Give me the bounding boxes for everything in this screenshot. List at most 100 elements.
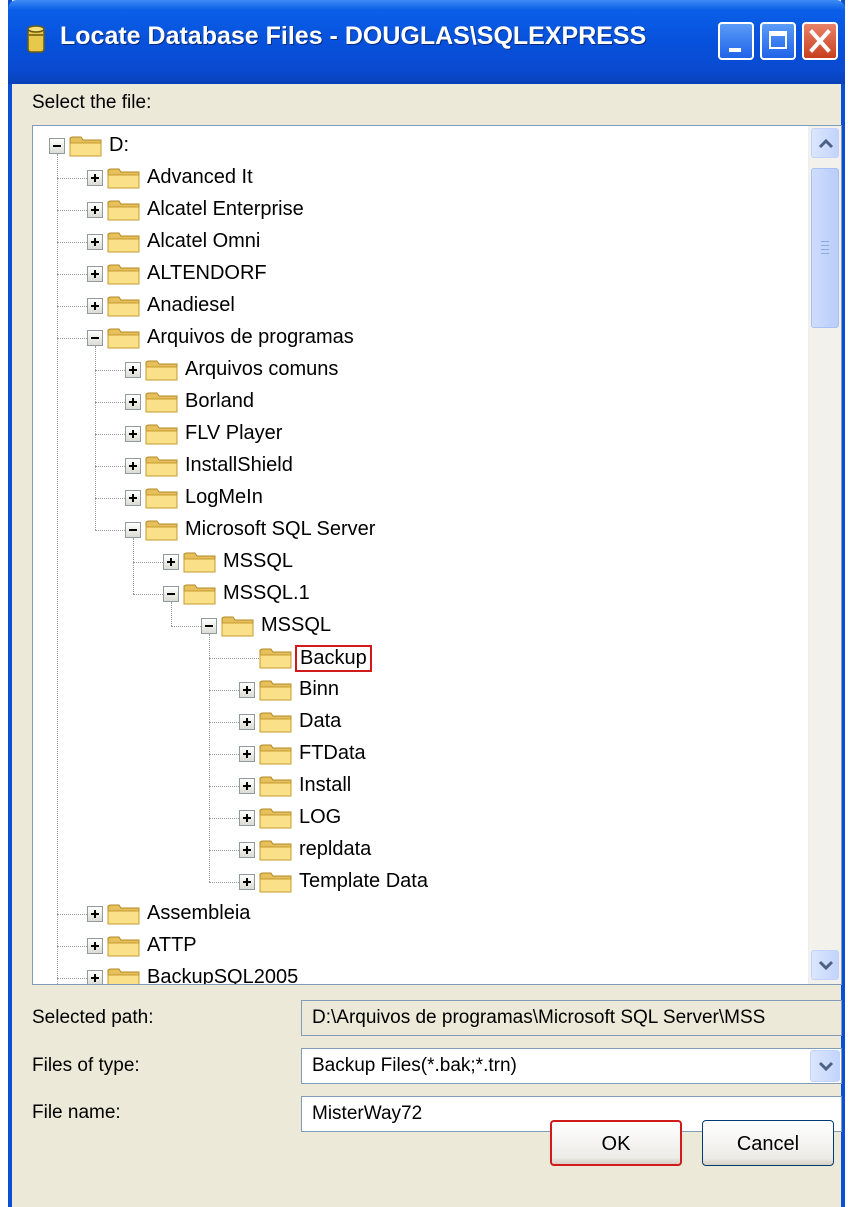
expand-icon[interactable] <box>239 778 255 794</box>
tree-item[interactable]: Advanced It <box>33 162 803 194</box>
selected-path-field: D:\Arquivos de programas\Microsoft SQL S… <box>301 1000 842 1036</box>
expand-icon[interactable] <box>87 202 103 218</box>
expand-icon[interactable] <box>87 938 103 954</box>
tree-item[interactable]: LogMeIn <box>33 482 803 514</box>
folder-tree[interactable]: D: Advanced It Alcatel Enterprise Alcatel O… <box>32 125 842 985</box>
scroll-thumb[interactable] <box>811 168 839 328</box>
scroll-up-button[interactable] <box>811 128 839 158</box>
tree-item[interactable]: Template Data <box>33 866 803 898</box>
tree-item[interactable]: MSSQL.1 <box>33 578 803 610</box>
tree-item[interactable]: Borland <box>33 386 803 418</box>
collapse-icon[interactable] <box>125 522 141 538</box>
files-of-type-value: Backup Files(*.bak;*.trn) <box>312 1055 517 1076</box>
tree-item[interactable]: Install <box>33 770 803 802</box>
tree-item[interactable]: Alcatel Omni <box>33 226 803 258</box>
tree-item[interactable]: FTData <box>33 738 803 770</box>
tree-item[interactable]: Data <box>33 706 803 738</box>
expand-icon[interactable] <box>125 394 141 410</box>
expand-icon[interactable] <box>239 682 255 698</box>
expand-icon[interactable] <box>125 490 141 506</box>
expand-icon[interactable] <box>239 746 255 762</box>
database-icon <box>27 25 45 53</box>
tree-item-label: FTData <box>299 742 366 764</box>
expand-icon[interactable] <box>87 906 103 922</box>
tree-item-label: MSSQL <box>223 550 294 572</box>
expand-icon[interactable] <box>87 970 103 984</box>
tree-item-label: MSSQL.1 <box>223 582 310 604</box>
folder-icon <box>107 966 141 984</box>
tree-item-label: FLV Player <box>185 422 283 444</box>
cancel-button[interactable]: Cancel <box>702 1120 834 1166</box>
collapse-icon[interactable] <box>201 618 217 634</box>
expand-icon[interactable] <box>87 266 103 282</box>
folder-icon <box>221 614 255 638</box>
folder-icon <box>145 454 179 478</box>
expand-icon[interactable] <box>125 362 141 378</box>
minimize-button[interactable] <box>718 22 754 60</box>
tree-item-label: ATTP <box>147 934 197 956</box>
expand-icon[interactable] <box>163 554 179 570</box>
tree-item[interactable]: Arquivos comuns <box>33 354 803 386</box>
tree-item[interactable]: MSSQL <box>33 546 803 578</box>
file-name-label: File name: <box>32 1102 121 1123</box>
maximize-button[interactable] <box>760 22 796 60</box>
tree-item[interactable]: BackupSQL2005 <box>33 962 803 985</box>
tree-item[interactable]: InstallShield <box>33 450 803 482</box>
tree-item[interactable]: Backup <box>33 642 803 674</box>
expand-icon[interactable] <box>239 874 255 890</box>
expand-icon[interactable] <box>87 234 103 250</box>
expand-icon[interactable] <box>125 426 141 442</box>
tree-item[interactable]: LOG <box>33 802 803 834</box>
expand-icon[interactable] <box>239 810 255 826</box>
folder-icon <box>259 742 293 766</box>
title-bar[interactable]: Locate Database Files - DOUGLAS\SQLEXPRE… <box>8 0 845 84</box>
folder-icon <box>145 422 179 446</box>
folder-icon <box>107 166 141 190</box>
tree-item-label: Assembleia <box>147 902 251 924</box>
expand-icon[interactable] <box>125 458 141 474</box>
expand-icon[interactable] <box>239 714 255 730</box>
tree-item-label: Arquivos de programas <box>147 326 354 348</box>
tree-item[interactable]: Arquivos de programas <box>33 322 803 354</box>
files-of-type-select[interactable]: Backup Files(*.bak;*.trn) <box>301 1048 842 1084</box>
tree-item[interactable]: ALTENDORF <box>33 258 803 290</box>
close-button[interactable] <box>802 22 838 60</box>
ok-button[interactable]: OK <box>550 1120 682 1166</box>
folder-icon <box>259 710 293 734</box>
files-of-type-dropdown-button[interactable] <box>810 1050 840 1082</box>
tree-item-label: BackupSQL2005 <box>147 966 299 985</box>
folder-icon <box>69 134 103 158</box>
window-title: Locate Database Files - DOUGLAS\SQLEXPRE… <box>60 22 647 50</box>
tree-item[interactable]: Binn <box>33 674 803 706</box>
tree-item[interactable]: D: <box>33 130 803 162</box>
tree-item-label: D: <box>109 134 129 156</box>
collapse-icon[interactable] <box>49 138 65 154</box>
maximize-icon <box>769 31 787 49</box>
tree-item[interactable]: repldata <box>33 834 803 866</box>
tree-vertical-scrollbar[interactable] <box>808 126 841 984</box>
tree-item[interactable]: MSSQL <box>33 610 803 642</box>
expand-icon[interactable] <box>87 298 103 314</box>
chevron-down-icon <box>818 960 834 971</box>
scroll-down-button[interactable] <box>811 950 839 980</box>
grip-line <box>821 253 829 254</box>
expand-icon[interactable] <box>239 842 255 858</box>
tree-item[interactable]: Alcatel Enterprise <box>33 194 803 226</box>
tree-item-label: MSSQL <box>261 614 332 636</box>
folder-icon <box>259 678 293 702</box>
select-file-label: Select the file: <box>32 92 152 113</box>
folder-icon <box>259 838 293 862</box>
tree-item-label: Advanced It <box>147 166 253 188</box>
tree-item-label: Binn <box>299 678 340 700</box>
tree-item[interactable]: Assembleia <box>33 898 803 930</box>
tree-item[interactable]: FLV Player <box>33 418 803 450</box>
collapse-icon[interactable] <box>87 330 103 346</box>
expand-icon[interactable] <box>87 170 103 186</box>
folder-icon <box>107 934 141 958</box>
collapse-icon[interactable] <box>163 586 179 602</box>
tree-item[interactable]: ATTP <box>33 930 803 962</box>
tree-item[interactable]: Microsoft SQL Server <box>33 514 803 546</box>
folder-icon <box>107 230 141 254</box>
tree-item[interactable]: Anadiesel <box>33 290 803 322</box>
folder-icon <box>145 358 179 382</box>
